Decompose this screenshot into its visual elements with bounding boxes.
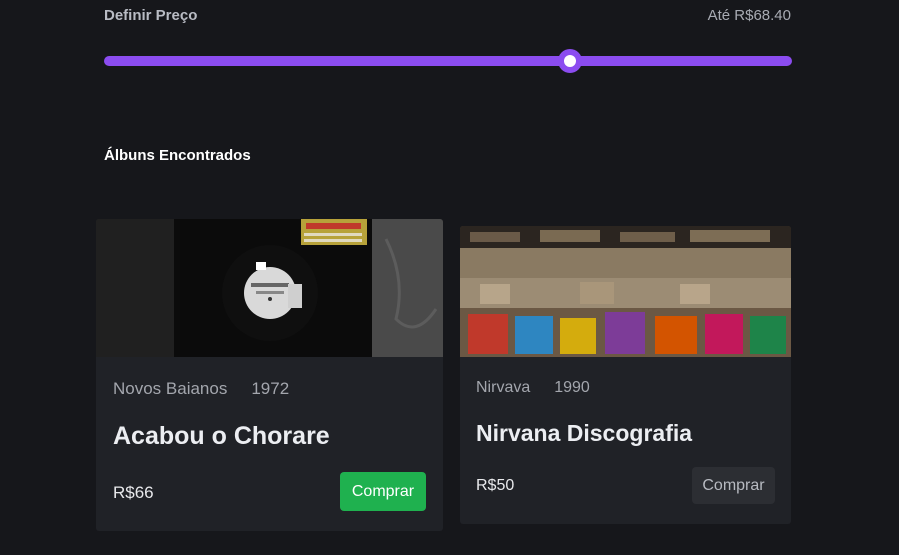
album-artist: Novos Baianos	[113, 379, 228, 398]
album-card: Nirvava 1990 Nirvana Discografia R$50 Com…	[460, 226, 791, 524]
buy-button[interactable]: Comprar	[692, 467, 775, 504]
album-meta: Novos Baianos 1972	[113, 379, 289, 399]
album-title: Acabou o Chorare	[113, 422, 330, 450]
album-cover-image	[460, 226, 791, 357]
album-year: 1972	[251, 379, 290, 398]
album-meta: Nirvava 1990	[476, 379, 590, 397]
price-slider-thumb[interactable]	[557, 49, 582, 73]
album-card: Novos Baianos 1972 Acabou o Chorare R$66 …	[96, 219, 443, 531]
buy-button[interactable]: Comprar	[340, 472, 426, 511]
album-year: 1990	[554, 379, 590, 396]
album-price: R$66	[113, 483, 154, 502]
album-cover-image	[96, 219, 443, 357]
price-filter-value: Até R$68.40	[707, 7, 791, 24]
results-title: Álbuns Encontrados	[104, 147, 251, 164]
price-slider[interactable]	[104, 49, 792, 73]
album-artist: Nirvava	[476, 379, 531, 396]
album-title: Nirvana Discografia	[476, 420, 693, 446]
page: Definir Preço Até R$68.40 Álbuns Encontr…	[0, 0, 899, 555]
album-price: R$50	[476, 477, 515, 494]
price-filter-label: Definir Preço	[104, 7, 198, 24]
